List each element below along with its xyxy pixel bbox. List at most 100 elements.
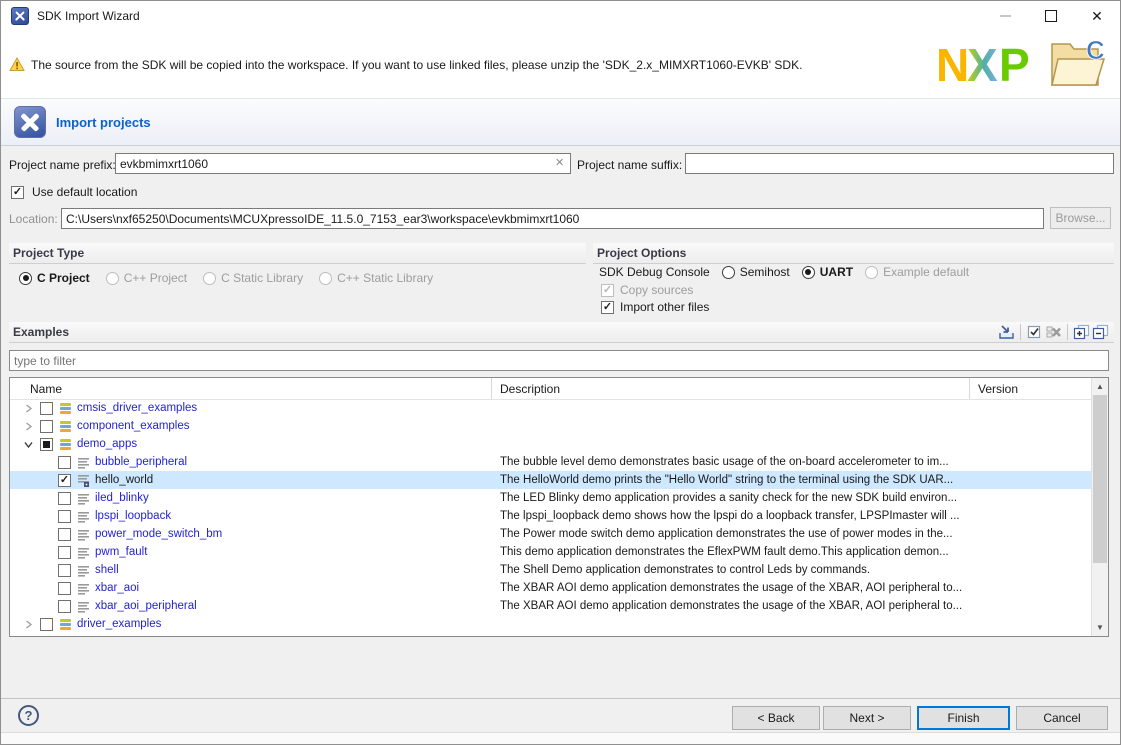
- row-checkbox[interactable]: [58, 492, 71, 505]
- example-description: [492, 399, 970, 417]
- example-icon: [77, 474, 90, 487]
- browse-button[interactable]: Browse...: [1050, 207, 1111, 229]
- radio-uart[interactable]: UART: [802, 265, 853, 279]
- next-button[interactable]: Next >: [823, 706, 911, 730]
- radio-label: C Static Library: [221, 271, 303, 285]
- radio-example-default[interactable]: Example default: [865, 265, 969, 279]
- chevron-right-icon[interactable]: [24, 404, 40, 413]
- name-cell: component_examples: [10, 417, 492, 435]
- radio-c-static-library[interactable]: C Static Library: [203, 271, 303, 285]
- radio-c-project[interactable]: C Project: [19, 271, 90, 285]
- help-button[interactable]: ?: [18, 705, 39, 726]
- row-checkbox[interactable]: [58, 564, 71, 577]
- import-sdk-examples-icon[interactable]: [997, 324, 1016, 341]
- titlebar: SDK Import Wizard ✕: [1, 1, 1120, 31]
- use-default-location-checkbox[interactable]: [11, 186, 24, 199]
- table-row[interactable]: pwm_faultThis demo application demonstra…: [10, 543, 1091, 561]
- table-row[interactable]: cmsis_driver_examples: [10, 399, 1091, 417]
- name-cell: driver_examples: [10, 615, 492, 633]
- row-checkbox[interactable]: [58, 600, 71, 613]
- svg-text:C: C: [1086, 37, 1105, 65]
- back-button[interactable]: < Back: [732, 706, 820, 730]
- minimize-button[interactable]: [982, 1, 1028, 31]
- project-type-header: Project Type: [9, 243, 586, 264]
- row-checkbox[interactable]: [58, 474, 71, 487]
- row-checkbox[interactable]: [58, 582, 71, 595]
- example-name: shell: [95, 564, 119, 576]
- table-row[interactable]: xbar_aoi_peripheralThe XBAR AOI demo app…: [10, 597, 1091, 615]
- example-name: xbar_aoi_peripheral: [95, 600, 197, 612]
- row-checkbox[interactable]: [40, 618, 53, 631]
- expand-all-icon[interactable]: [1072, 324, 1091, 341]
- suffix-label: Project name suffix:: [577, 158, 682, 172]
- chevron-down-icon[interactable]: [24, 440, 40, 449]
- example-version: [970, 507, 1091, 525]
- row-checkbox[interactable]: [58, 510, 71, 523]
- table-row[interactable]: hello_worldThe HelloWorld demo prints th…: [10, 471, 1091, 489]
- radio-icon: [319, 272, 332, 285]
- filter-input[interactable]: [9, 350, 1109, 371]
- table-row[interactable]: bubble_peripheralThe bubble level demo d…: [10, 453, 1091, 471]
- chevron-right-icon[interactable]: [24, 422, 40, 431]
- row-checkbox[interactable]: [58, 456, 71, 469]
- sdk-import-wizard-window: SDK Import Wizard ✕ The source from the …: [0, 0, 1121, 745]
- project-name-prefix-input[interactable]: [115, 153, 571, 174]
- warning-text: The source from the SDK will be copied i…: [31, 58, 802, 72]
- copy-sources-row: Copy sources: [601, 283, 693, 297]
- row-checkbox[interactable]: [58, 546, 71, 559]
- table-row[interactable]: lpspi_loopbackThe lpspi_loopback demo sh…: [10, 507, 1091, 525]
- chevron-right-icon[interactable]: [24, 620, 40, 629]
- radio-icon: [865, 266, 878, 279]
- column-header-version[interactable]: Version: [970, 378, 1093, 399]
- table-row[interactable]: xbar_aoiThe XBAR AOI demo application de…: [10, 579, 1091, 597]
- example-icon: [77, 600, 90, 613]
- brand-logos: N X P C: [936, 37, 1112, 93]
- collapse-all-icon[interactable]: [1091, 324, 1110, 341]
- column-header-description[interactable]: Description: [492, 378, 970, 399]
- import-other-files-row[interactable]: Import other files: [601, 300, 709, 314]
- column-header-name[interactable]: Name: [10, 378, 492, 399]
- warning-icon: [9, 57, 25, 72]
- table-row[interactable]: iled_blinkyThe LED Blinky demo applicati…: [10, 489, 1091, 507]
- name-cell: hello_world: [10, 471, 492, 489]
- clear-prefix-icon[interactable]: ✕: [555, 158, 564, 169]
- row-checkbox[interactable]: [40, 438, 53, 451]
- example-version: [970, 579, 1091, 597]
- example-description: [492, 615, 970, 633]
- project-name-suffix-input[interactable]: [685, 153, 1114, 174]
- use-default-location-row[interactable]: Use default location: [11, 185, 137, 199]
- example-version: [970, 561, 1091, 579]
- row-checkbox[interactable]: [58, 528, 71, 541]
- radio-semihost[interactable]: Semihost: [722, 265, 790, 279]
- vertical-scrollbar[interactable]: ▲ ▼: [1091, 378, 1108, 636]
- table-header: Name Description Version: [10, 378, 1108, 400]
- radio-cpp-project[interactable]: C++ Project: [106, 271, 187, 285]
- row-checkbox[interactable]: [40, 420, 53, 433]
- sdk-debug-console-row: SDK Debug Console Semihost UART Example …: [599, 265, 969, 279]
- finish-button[interactable]: Finish: [917, 706, 1010, 730]
- scroll-down-icon[interactable]: ▼: [1092, 619, 1108, 636]
- location-input: [61, 208, 1044, 229]
- table-row[interactable]: power_mode_switch_bmThe Power mode switc…: [10, 525, 1091, 543]
- cancel-button[interactable]: Cancel: [1016, 706, 1108, 730]
- window-controls: ✕: [982, 1, 1120, 31]
- table-row[interactable]: component_examples: [10, 417, 1091, 435]
- example-name: bubble_peripheral: [95, 456, 187, 468]
- svg-text:P: P: [999, 39, 1030, 89]
- deselect-all-icon[interactable]: [1044, 324, 1063, 341]
- table-row[interactable]: demo_apps: [10, 435, 1091, 453]
- example-name: lpspi_loopback: [95, 510, 171, 522]
- scrollbar-thumb[interactable]: [1093, 395, 1107, 563]
- project-type-title: Project Type: [13, 246, 84, 260]
- scroll-up-icon[interactable]: ▲: [1092, 378, 1108, 395]
- examples-title: Examples: [13, 325, 69, 339]
- table-row[interactable]: shellThe Shell Demo application demonstr…: [10, 561, 1091, 579]
- close-button[interactable]: ✕: [1074, 1, 1120, 31]
- example-name: hello_world: [95, 474, 153, 486]
- import-other-files-checkbox[interactable]: [601, 301, 614, 314]
- table-row[interactable]: driver_examples: [10, 615, 1091, 633]
- row-checkbox[interactable]: [40, 402, 53, 415]
- radio-cpp-static-library[interactable]: C++ Static Library: [319, 271, 433, 285]
- select-all-icon[interactable]: [1025, 324, 1044, 341]
- maximize-button[interactable]: [1028, 1, 1074, 31]
